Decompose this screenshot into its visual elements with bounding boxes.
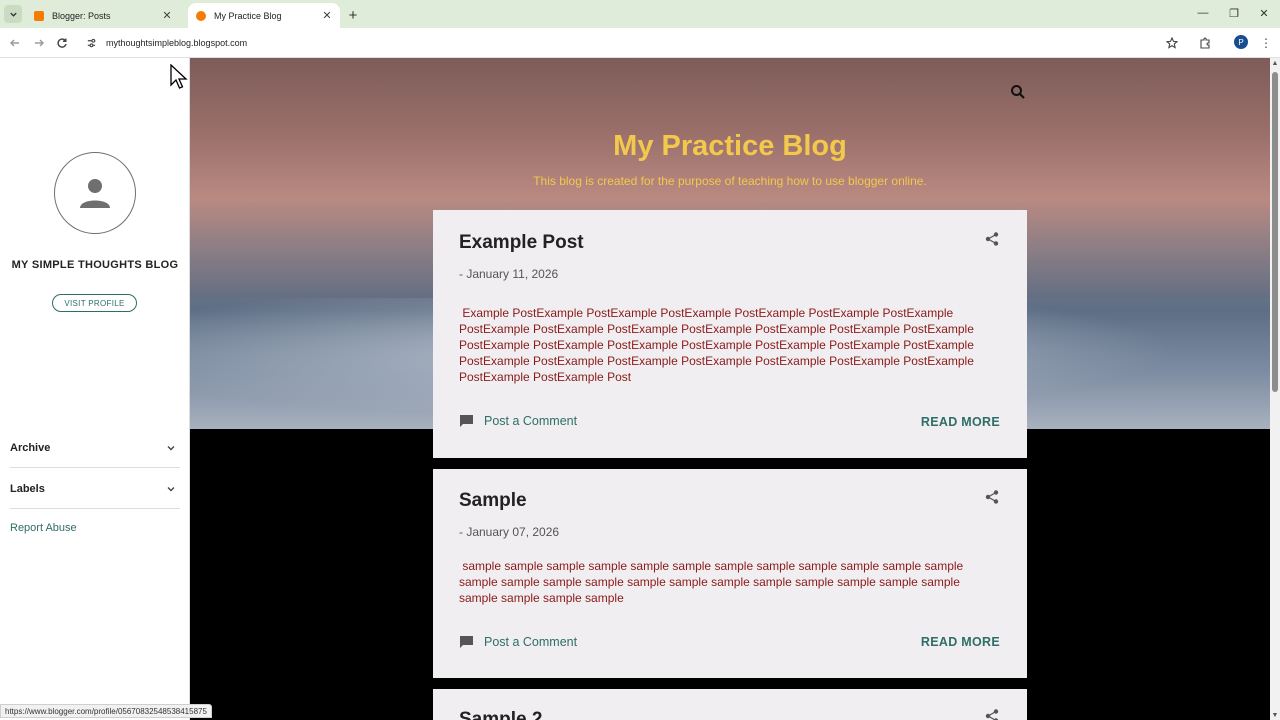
tab-title: Blogger: Posts xyxy=(52,10,111,21)
reload-icon xyxy=(57,38,67,48)
post-snippet: sample sample sample sample sample sampl… xyxy=(459,558,989,606)
tab-my-practice-blog[interactable]: My Practice Blog ✕ xyxy=(188,3,340,28)
read-more-link[interactable]: READ MORE xyxy=(921,635,1000,649)
post-comment-link[interactable]: Post a Comment xyxy=(459,414,577,428)
post-date[interactable]: - January 07, 2026 xyxy=(459,525,559,539)
report-abuse-link[interactable]: Report Abuse xyxy=(10,522,77,534)
minimize-button[interactable]: — xyxy=(1188,4,1218,22)
read-more-link[interactable]: READ MORE xyxy=(921,415,1000,429)
main-content: My Practice Blog This blog is created fo… xyxy=(190,58,1270,720)
address-bar[interactable]: mythoughtsimpleblog.blogspot.com xyxy=(78,32,1190,54)
sidebar: MY SIMPLE THOUGHTS BLOG VISIT PROFILE Ar… xyxy=(0,58,190,720)
labels-section[interactable]: Labels xyxy=(10,469,180,509)
extensions-button[interactable] xyxy=(1196,34,1214,52)
close-window-button[interactable]: ✕ xyxy=(1249,4,1279,22)
post-date[interactable]: - January 11, 2026 xyxy=(459,267,558,281)
comment-icon xyxy=(460,415,473,427)
post-card: Example Post - January 11, 2026 Example … xyxy=(433,210,1027,458)
site-info-icon[interactable] xyxy=(84,36,98,50)
tab-strip: Blogger: Posts ✕ My Practice Blog ✕ + — … xyxy=(0,0,1280,28)
post-title[interactable]: Example Post xyxy=(459,232,584,254)
puzzle-icon xyxy=(1200,37,1210,49)
post-title[interactable]: Sample 2 xyxy=(459,709,542,720)
snippet-line: PostExample PostExample PostExample Post… xyxy=(459,354,974,368)
tab-search-dropdown[interactable] xyxy=(4,5,22,23)
browser-menu-button[interactable]: ⋮ xyxy=(1257,34,1275,52)
tab-title: My Practice Blog xyxy=(214,10,282,21)
scroll-up-icon[interactable]: ▲ xyxy=(1270,58,1280,68)
reload-button[interactable] xyxy=(53,34,71,52)
chevron-down-icon xyxy=(167,486,175,491)
snippet-line: PostExample PostExample Post xyxy=(459,370,632,384)
web-page: MY SIMPLE THOUGHTS BLOG VISIT PROFILE Ar… xyxy=(0,58,1280,720)
close-tab-icon[interactable]: ✕ xyxy=(160,9,174,23)
post-comment-link[interactable]: Post a Comment xyxy=(459,635,577,649)
arrow-right-icon xyxy=(35,39,44,47)
scrollbar-thumb[interactable] xyxy=(1272,72,1278,392)
arrow-left-icon xyxy=(10,39,19,47)
avatar[interactable] xyxy=(54,152,136,234)
search-icon[interactable] xyxy=(1010,84,1026,100)
post-card: Sample - January 07, 2026 sample sample … xyxy=(433,469,1027,678)
status-bar-url: https://www.blogger.com/profile/05670832… xyxy=(0,704,212,718)
post-title[interactable]: Sample xyxy=(459,490,527,512)
profile-blog-name: MY SIMPLE THOUGHTS BLOG xyxy=(11,259,179,271)
profile-avatar[interactable]: P xyxy=(1234,35,1248,49)
post-snippet: Example PostExample PostExample PostExam… xyxy=(459,305,989,385)
snippet-line: Example PostExample PostExample PostExam… xyxy=(459,306,954,320)
chevron-down-icon xyxy=(9,12,17,17)
labels-label: Labels xyxy=(10,482,45,495)
share-icon[interactable] xyxy=(984,708,1000,720)
post-comment-label: Post a Comment xyxy=(484,414,578,428)
share-icon[interactable] xyxy=(984,489,1000,505)
restore-button[interactable]: ❐ xyxy=(1219,4,1249,22)
snippet-line: PostExample PostExample PostExample Post… xyxy=(459,338,974,352)
browser-toolbar: mythoughtsimpleblog.blogspot.com ⋮ xyxy=(0,28,1280,58)
blog-description: This blog is created for the purpose of … xyxy=(533,174,927,188)
bookmark-star-button[interactable] xyxy=(1163,34,1181,52)
url-text: mythoughtsimpleblog.blogspot.com xyxy=(106,38,248,48)
person-icon xyxy=(80,179,110,208)
mouse-cursor-icon xyxy=(170,64,188,89)
chevron-down-icon xyxy=(167,445,175,450)
archive-label: Archive xyxy=(10,441,51,454)
visit-profile-button[interactable]: VISIT PROFILE xyxy=(52,294,137,312)
page-scrollbar[interactable]: ▲ ▼ xyxy=(1270,58,1280,720)
snippet-line: sample sample sample sample sample sampl… xyxy=(459,559,964,573)
blog-title[interactable]: My Practice Blog xyxy=(190,130,1270,163)
post-card: Sample 2 xyxy=(433,689,1027,720)
tab-blogger-posts[interactable]: Blogger: Posts ✕ xyxy=(26,3,180,28)
comment-icon xyxy=(460,636,473,648)
scroll-down-icon[interactable]: ▼ xyxy=(1270,710,1280,720)
forward-button[interactable] xyxy=(30,34,48,52)
post-comment-label: Post a Comment xyxy=(484,635,578,649)
new-tab-button[interactable]: + xyxy=(344,6,362,24)
close-tab-icon[interactable]: ✕ xyxy=(320,9,334,23)
archive-section[interactable]: Archive xyxy=(10,428,180,468)
back-button[interactable] xyxy=(6,34,24,52)
blogger-favicon-icon xyxy=(196,10,206,21)
snippet-line: PostExample PostExample PostExample Post… xyxy=(459,322,974,336)
star-icon xyxy=(1166,37,1178,49)
share-icon[interactable] xyxy=(984,231,1000,247)
snippet-line: sample sample sample sample sample sampl… xyxy=(459,575,960,589)
snippet-line: sample sample sample sample xyxy=(459,591,624,605)
blogger-favicon-icon xyxy=(34,10,44,21)
